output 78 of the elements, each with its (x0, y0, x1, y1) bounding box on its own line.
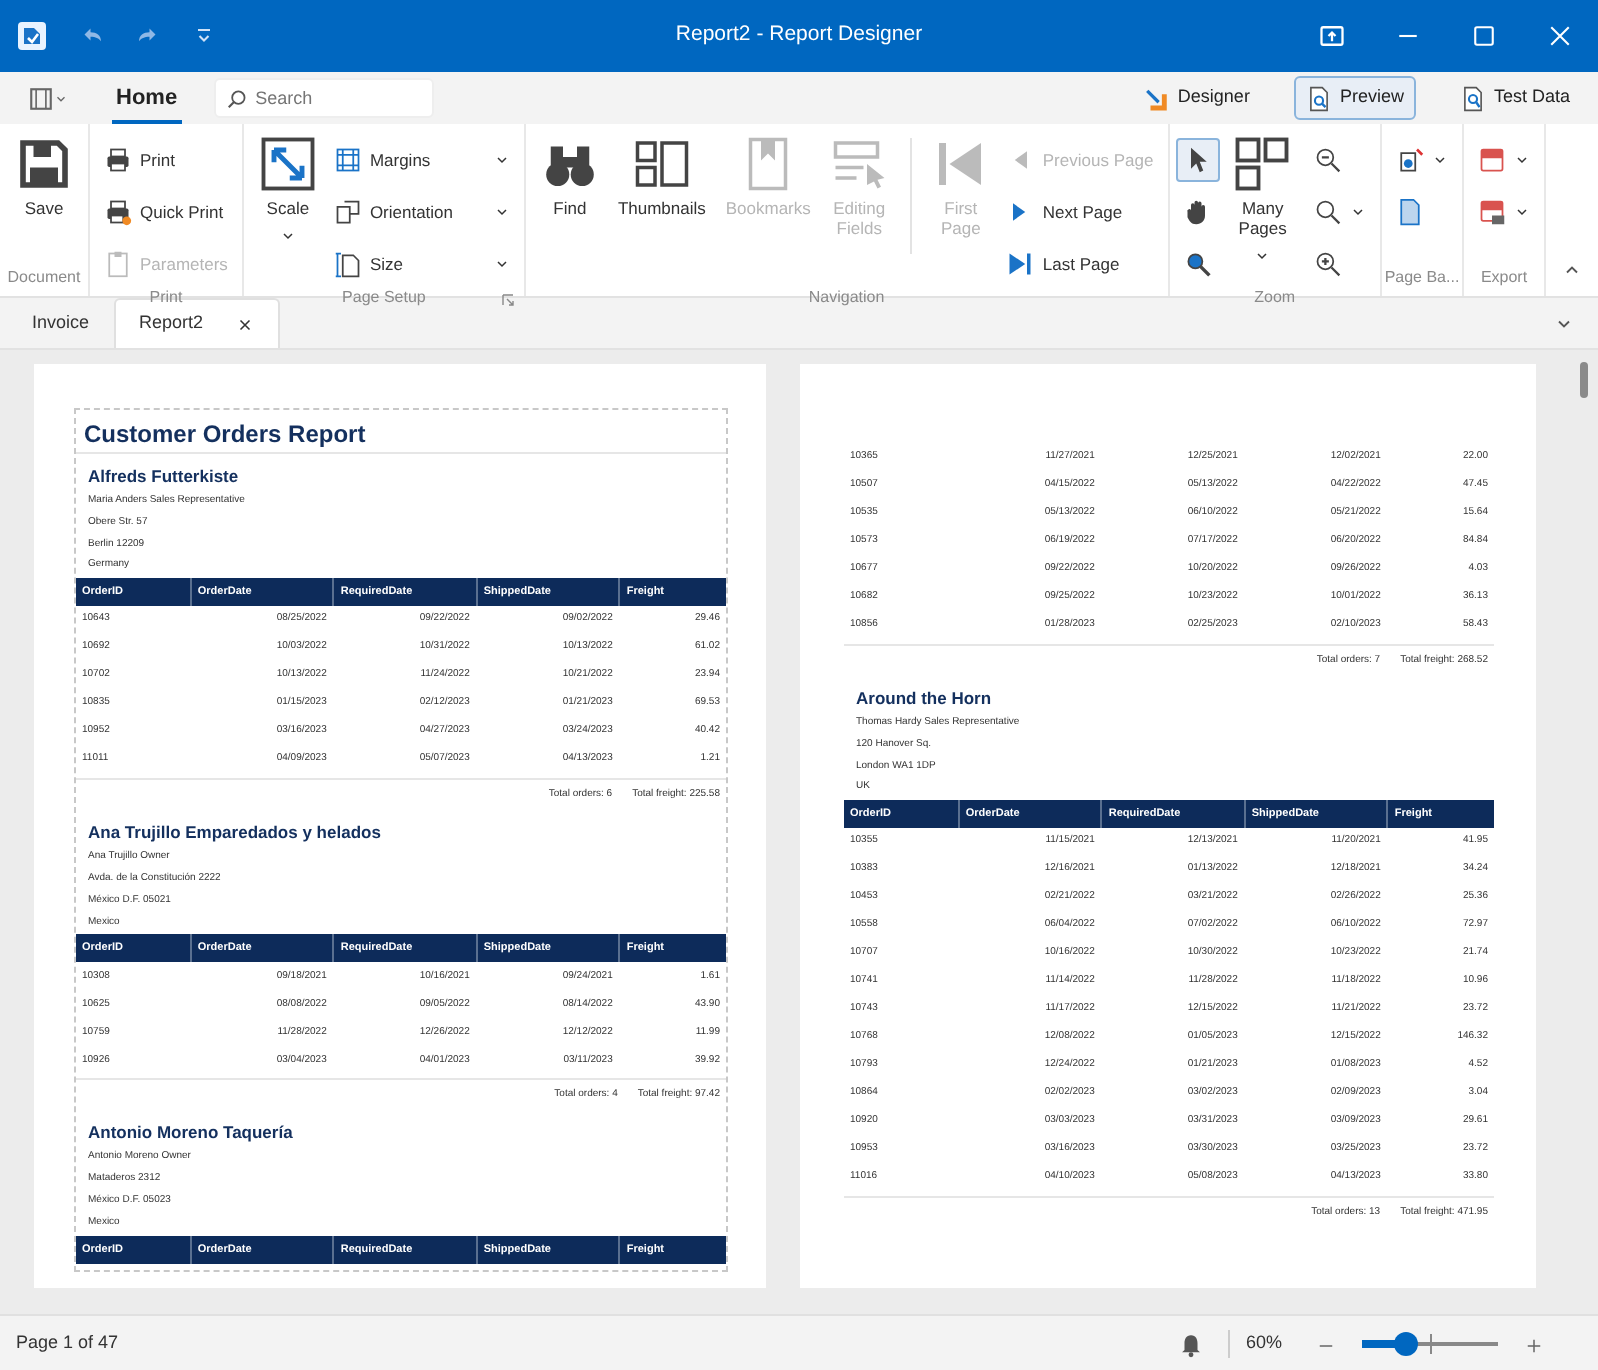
ribbon-button[interactable]: Size (325, 242, 518, 286)
ribbon-button[interactable]: Margins (325, 138, 518, 182)
pages-icon (333, 198, 362, 226)
form-fields-icon (831, 136, 888, 192)
ribbon-button[interactable]: Save (6, 130, 82, 258)
document-tab[interactable]: Invoice (8, 298, 114, 348)
group-title: Page Setup (342, 288, 426, 306)
maximize-icon[interactable] (1470, 22, 1498, 50)
view-mode-button[interactable]: Designer (1131, 76, 1262, 120)
clipboard-icon (104, 250, 132, 278)
caret-icon (54, 91, 68, 105)
ribbon-button[interactable]: Orientation (325, 190, 518, 234)
caret-icon (1432, 152, 1448, 168)
view-mode-button[interactable]: Preview (1293, 76, 1416, 120)
document-icon (1396, 198, 1424, 226)
ribbon-button[interactable]: Quick Print (96, 190, 236, 234)
thumbnails-icon (633, 136, 690, 192)
ribbon-tab[interactable]: Home (112, 72, 182, 124)
designer-icon (1143, 85, 1170, 111)
group-title: Navigation (808, 288, 885, 306)
printer-icon (104, 146, 132, 174)
magnifier-icon (1183, 250, 1212, 278)
page-counter: Page 1 of 47 (16, 1330, 119, 1357)
zoom-in-icon (1314, 250, 1342, 278)
report-title: Customer Orders Report (76, 410, 726, 454)
customer-name: Around the Horn (856, 686, 994, 712)
close-icon[interactable] (1546, 22, 1574, 50)
slider-thumb[interactable] (1394, 1332, 1419, 1356)
zoom-out-icon (1314, 146, 1342, 174)
ribbon-button[interactable]: Print (96, 138, 236, 182)
caret-icon (493, 256, 510, 272)
customer-name: Antonio Moreno Taquería (88, 1120, 295, 1147)
customer-name: Alfreds Futterkiste (88, 464, 241, 490)
search-icon (225, 88, 248, 110)
tool-button[interactable] (1175, 138, 1220, 182)
pages-grid-icon (1234, 136, 1291, 192)
caret-icon (493, 152, 510, 168)
resize-icon (259, 136, 316, 192)
panel-icon (28, 85, 54, 111)
restore-window-icon[interactable] (1318, 22, 1346, 50)
ribbon-button[interactable]: Scale (249, 130, 326, 258)
test-data-icon (1459, 85, 1486, 111)
bell-icon[interactable] (1177, 1331, 1204, 1357)
page-size-icon (333, 250, 362, 278)
ribbon-button[interactable]: Many Pages (1219, 130, 1306, 258)
caret-icon (1514, 204, 1530, 220)
dialog-launcher-icon[interactable] (499, 292, 516, 308)
close-icon[interactable] (235, 315, 254, 333)
export-file-icon (1478, 146, 1506, 174)
window-title: Report2 - Report Designer (673, 20, 925, 51)
caret-icon (279, 227, 296, 244)
group-title: Export (1480, 268, 1528, 286)
view-mode-button[interactable]: Test Data (1447, 76, 1582, 120)
zoom-icon (1314, 198, 1342, 226)
scrollbar-thumb[interactable] (1580, 362, 1588, 398)
caret-icon (1514, 152, 1530, 168)
ribbon-button[interactable]: Last Page (998, 242, 1162, 286)
caret-icon (1350, 204, 1366, 220)
ribbon-button[interactable]: Thumbnails (607, 130, 716, 258)
caret-icon (493, 204, 510, 220)
printer-icon (104, 198, 132, 226)
ribbon-button[interactable]: Find (531, 130, 608, 258)
group-title: Document (7, 268, 81, 286)
grid-icon (333, 146, 362, 174)
page-color-icon (1396, 146, 1424, 174)
ribbon-button[interactable]: Next Page (998, 190, 1162, 234)
group-title: Zoom (1254, 288, 1296, 306)
caret-icon (1254, 247, 1271, 264)
save-icon (16, 136, 72, 192)
last-page-icon (1006, 250, 1035, 278)
app-icon[interactable] (16, 20, 48, 52)
zoom-percent: 60% (1227, 1330, 1282, 1358)
plus-icon (1524, 1335, 1544, 1356)
preview-icon (1305, 85, 1332, 111)
export-image-icon (1478, 198, 1506, 226)
search-field[interactable]: Search (213, 78, 434, 118)
group-title: Page Ba... (1384, 268, 1460, 286)
customer-name: Ana Trujillo Emparedados y helados (88, 820, 383, 847)
